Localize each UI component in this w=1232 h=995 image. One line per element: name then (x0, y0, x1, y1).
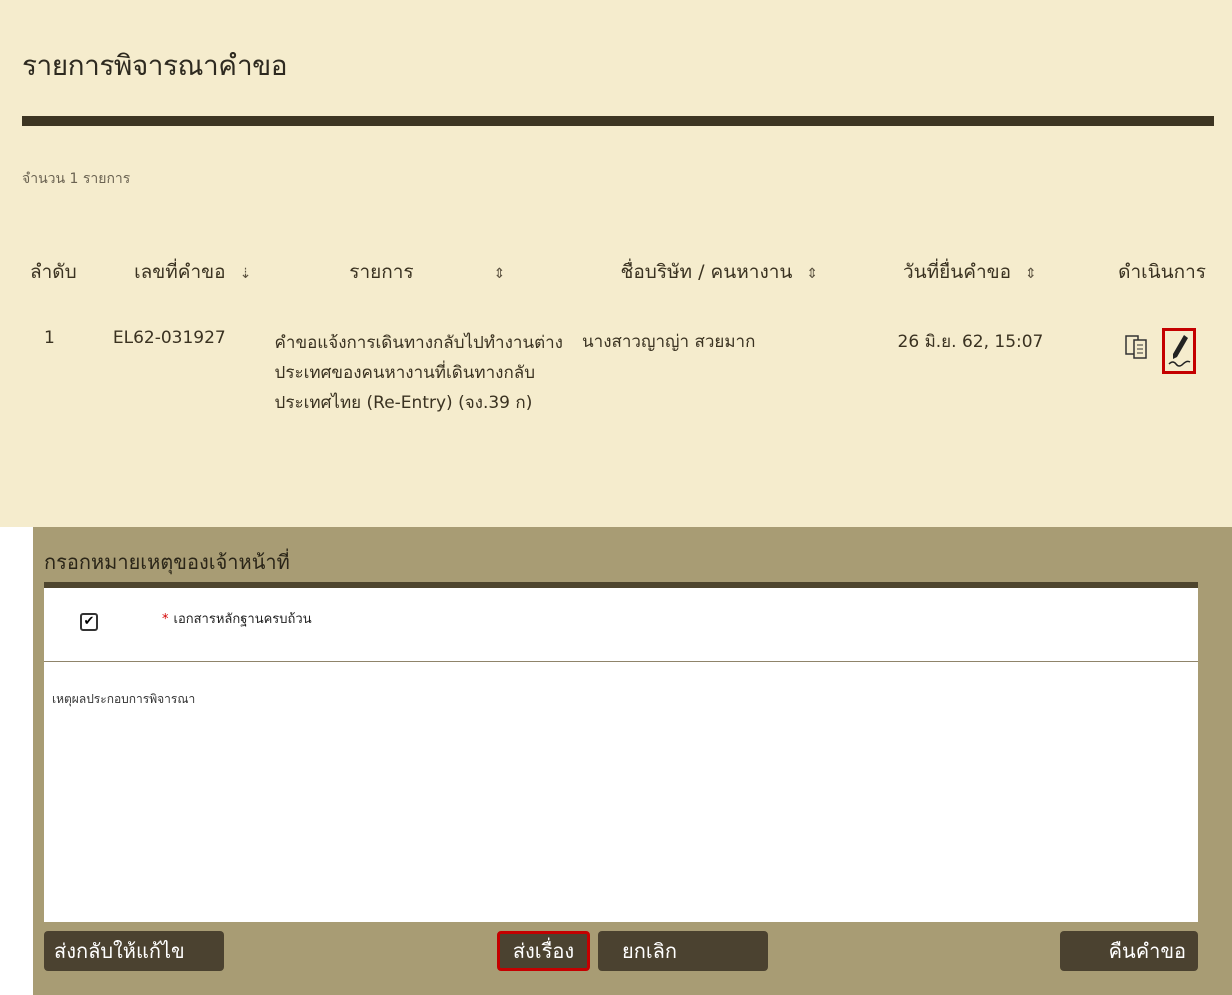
request-list-section: รายการพิจารณาคำขอ จำนวน 1 รายการ ลำดับ เ… (0, 0, 1232, 527)
sort-icon[interactable]: ⇕ (494, 266, 506, 282)
return-request-button[interactable]: คืนคำขอ (1060, 931, 1198, 971)
cell-name: นางสาวญาญ่า สวยมาก (582, 332, 756, 352)
officer-note-title: กรอกหมายเหตุของเจ้าหน้าที่ (44, 550, 290, 574)
sort-desc-icon[interactable]: ⇣ (240, 266, 252, 282)
header-actions: ดำเนินการ (1118, 261, 1206, 283)
table-row: 1 EL62-031927 คำขอแจ้งการเดินทางกลับไปทำ… (22, 304, 1214, 419)
documents-complete-checkbox[interactable]: ✔ (80, 613, 98, 631)
view-document-icon[interactable] (1123, 328, 1153, 368)
cell-item: คำขอแจ้งการเดินทางกลับไปทำงานต่างประเทศข… (274, 333, 563, 413)
return-for-edit-button[interactable]: ส่งกลับให้แก้ไข (44, 931, 224, 971)
table-header-row: ลำดับ เลขที่คำขอ ⇣ รายการ ⇕ ชื่อบริษัท / ค… (22, 240, 1214, 304)
cell-request-no: EL62-031927 (112, 328, 226, 348)
officer-note-panel: ✔ * เอกสารหลักฐานครบถ้วน เหตุผลประกอบการพ… (44, 582, 1198, 922)
page-title: รายการพิจารณาคำขอ (22, 49, 288, 82)
title-divider (22, 116, 1214, 126)
sort-icon[interactable]: ⇕ (1025, 266, 1037, 282)
header-request-no[interactable]: เลขที่คำขอ ⇣ (112, 240, 274, 304)
cancel-button[interactable]: ยกเลิก (598, 931, 768, 971)
header-no: ลำดับ (30, 261, 77, 283)
checkbox-row: ✔ * เอกสารหลักฐานครบถ้วน (44, 588, 1198, 662)
header-name[interactable]: ชื่อบริษัท / คนหางาน ⇕ (581, 240, 857, 304)
reason-field-label: เหตุผลประกอบการพิจารณา (52, 692, 196, 706)
checkbox-label: * เอกสารหลักฐานครบถ้วน (162, 612, 312, 627)
request-table: ลำดับ เลขที่คำขอ ⇣ รายการ ⇕ ชื่อบริษัท / ค… (22, 240, 1214, 419)
record-count: จำนวน 1 รายการ (22, 171, 131, 187)
header-item[interactable]: รายการ ⇕ (274, 240, 582, 304)
cell-no: 1 (44, 328, 55, 348)
sort-icon[interactable]: ⇕ (806, 266, 818, 282)
required-asterisk: * (162, 612, 169, 627)
sign-pen-icon[interactable] (1162, 328, 1196, 374)
header-date[interactable]: วันที่ยื่นคำขอ ⇕ (858, 240, 1083, 304)
cell-date: 26 มิ.ย. 62, 15:07 (897, 332, 1044, 352)
send-button[interactable]: ส่งเรื่อง (497, 931, 590, 971)
cell-actions (1082, 304, 1214, 419)
